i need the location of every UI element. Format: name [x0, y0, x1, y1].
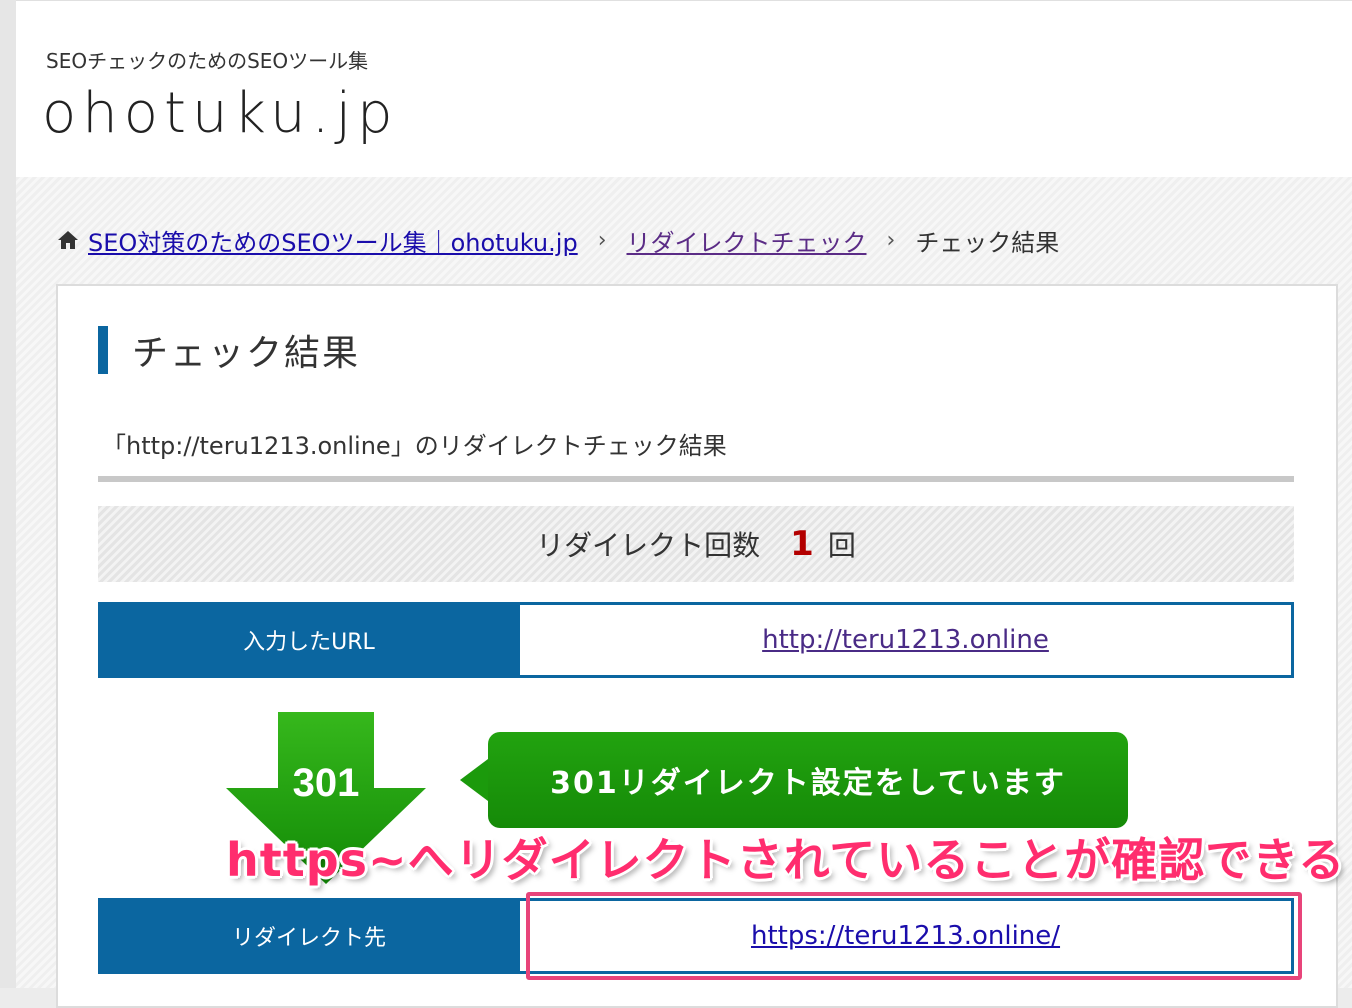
page-title: チェック結果	[132, 333, 361, 374]
title-accent-bar	[98, 326, 108, 374]
redirect-count-unit: 回	[827, 529, 856, 562]
input-url-label: 入力したURL	[98, 602, 520, 678]
input-url-link[interactable]: http://teru1213.online	[762, 625, 1049, 655]
breadcrumb-separator: ›	[597, 227, 607, 253]
status-message-bubble: 301リダイレクト設定をしています	[488, 732, 1128, 828]
annotation-highlight-box	[526, 892, 1302, 980]
status-code-label: 301	[293, 761, 360, 805]
input-url-row: 入力したURL http://teru1213.online	[98, 602, 1294, 678]
breadcrumb: SEO対策のためのSEOツール集｜ohotuku.jp › リダイレクトチェック…	[56, 222, 1059, 258]
left-edge	[0, 0, 17, 988]
site-header: SEOチェックのためのSEOツール集 ohotuku.jp	[16, 0, 1352, 178]
redirect-count-label: リダイレクト回数	[536, 529, 761, 562]
home-icon	[58, 231, 78, 249]
annotation-text: https~へリダイレクトされていることが確認できる	[226, 833, 1346, 887]
breadcrumb-separator: ›	[886, 227, 896, 253]
result-description: 「http://teru1213.online」のリダイレクトチェック結果	[102, 432, 727, 460]
breadcrumb-home-link[interactable]: SEO対策のためのSEOツール集｜ohotuku.jp	[88, 223, 578, 258]
site-logo[interactable]: ohotuku.jp	[42, 81, 399, 146]
divider	[98, 476, 1294, 482]
redirect-to-label: リダイレクト先	[98, 898, 520, 974]
input-url-cell: http://teru1213.online	[520, 602, 1294, 678]
site-tagline: SEOチェックのためのSEOツール集	[46, 49, 369, 73]
breadcrumb-redirect-check-link[interactable]: リダイレクトチェック	[627, 223, 867, 258]
redirect-count-value: 1	[790, 524, 814, 564]
redirect-count-box: リダイレクト回数 1 回	[98, 506, 1294, 582]
breadcrumb-current: チェック結果	[915, 228, 1060, 257]
